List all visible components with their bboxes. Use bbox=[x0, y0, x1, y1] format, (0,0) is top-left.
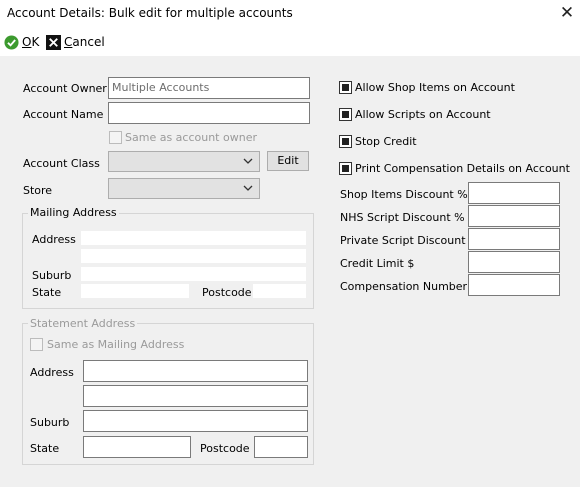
statement-suburb-input[interactable] bbox=[83, 410, 308, 432]
statement-address-line2[interactable] bbox=[83, 385, 308, 407]
x-box-icon bbox=[46, 34, 61, 50]
chevron-down-icon bbox=[243, 156, 253, 169]
mailing-suburb-label: Suburb bbox=[32, 269, 72, 282]
statement-postcode-input[interactable] bbox=[254, 436, 308, 458]
account-owner-value: Multiple Accounts bbox=[112, 81, 210, 94]
edit-button[interactable]: Edit bbox=[267, 151, 309, 171]
private-script-discount-label: Private Script Discount % bbox=[340, 234, 480, 247]
cancel-accel: C bbox=[64, 35, 73, 49]
ok-label: K bbox=[31, 35, 40, 49]
close-icon[interactable]: ✕ bbox=[556, 1, 578, 25]
mailing-address-line2[interactable] bbox=[81, 249, 306, 263]
mailing-address-label: Address bbox=[32, 233, 76, 246]
shop-items-discount-label: Shop Items Discount % bbox=[340, 188, 468, 201]
nhs-script-discount-input[interactable] bbox=[468, 205, 560, 227]
private-script-discount-input[interactable] bbox=[468, 228, 560, 250]
statement-state-input[interactable] bbox=[83, 436, 191, 458]
stop-credit-checkbox[interactable] bbox=[339, 135, 352, 148]
chevron-down-icon bbox=[243, 183, 253, 196]
cancel-button[interactable]: Cancel bbox=[46, 32, 105, 52]
shop-items-discount-input[interactable] bbox=[468, 182, 560, 204]
store-label: Store bbox=[23, 184, 53, 197]
mailing-state-input[interactable] bbox=[81, 284, 189, 298]
compensation-number-input[interactable] bbox=[468, 274, 560, 296]
stop-credit-label: Stop Credit bbox=[355, 135, 417, 148]
mailing-address-legend: Mailing Address bbox=[28, 206, 119, 219]
statement-state-label: State bbox=[30, 442, 60, 455]
cancel-label: ancel bbox=[72, 35, 105, 49]
same-as-owner-label: Same as account owner bbox=[125, 131, 257, 144]
same-as-mailing-checkbox[interactable] bbox=[30, 338, 43, 351]
same-as-owner-checkbox[interactable] bbox=[109, 131, 122, 144]
allow-scripts-checkbox[interactable] bbox=[339, 108, 352, 121]
print-compensation-label: Print Compensation Details on Account bbox=[355, 162, 570, 175]
account-name-input[interactable] bbox=[108, 102, 310, 124]
account-owner-label: Account Owner bbox=[23, 82, 107, 95]
check-circle-icon bbox=[4, 34, 19, 50]
account-class-select[interactable] bbox=[108, 151, 260, 172]
statement-suburb-label: Suburb bbox=[30, 416, 70, 429]
credit-limit-input[interactable] bbox=[468, 251, 560, 273]
allow-shop-items-label: Allow Shop Items on Account bbox=[355, 81, 515, 94]
mailing-state-label: State bbox=[32, 286, 62, 299]
mailing-postcode-label: Postcode bbox=[202, 286, 252, 299]
statement-address-label: Address bbox=[30, 366, 74, 379]
account-owner-input[interactable]: Multiple Accounts bbox=[108, 77, 310, 99]
same-as-mailing-label: Same as Mailing Address bbox=[47, 338, 185, 351]
statement-address-line1[interactable] bbox=[83, 360, 308, 382]
nhs-script-discount-label: NHS Script Discount % bbox=[340, 211, 465, 224]
mailing-suburb-input[interactable] bbox=[81, 267, 306, 281]
credit-limit-label: Credit Limit $ bbox=[340, 257, 415, 270]
account-name-label: Account Name bbox=[23, 108, 104, 121]
statement-postcode-label: Postcode bbox=[200, 442, 250, 455]
statement-address-legend: Statement Address bbox=[28, 317, 138, 330]
print-compensation-checkbox[interactable] bbox=[339, 162, 352, 175]
account-class-label: Account Class bbox=[23, 157, 100, 170]
store-select[interactable] bbox=[108, 178, 260, 199]
window-title: Account Details: Bulk edit for multiple … bbox=[7, 6, 293, 20]
ok-accel: O bbox=[22, 35, 32, 49]
allow-shop-items-checkbox[interactable] bbox=[339, 81, 352, 94]
ok-button[interactable]: OK bbox=[4, 32, 39, 52]
mailing-address-line1[interactable] bbox=[81, 231, 306, 245]
allow-scripts-label: Allow Scripts on Account bbox=[355, 108, 491, 121]
mailing-postcode-input[interactable] bbox=[253, 284, 306, 298]
compensation-number-label: Compensation Number bbox=[340, 280, 468, 293]
